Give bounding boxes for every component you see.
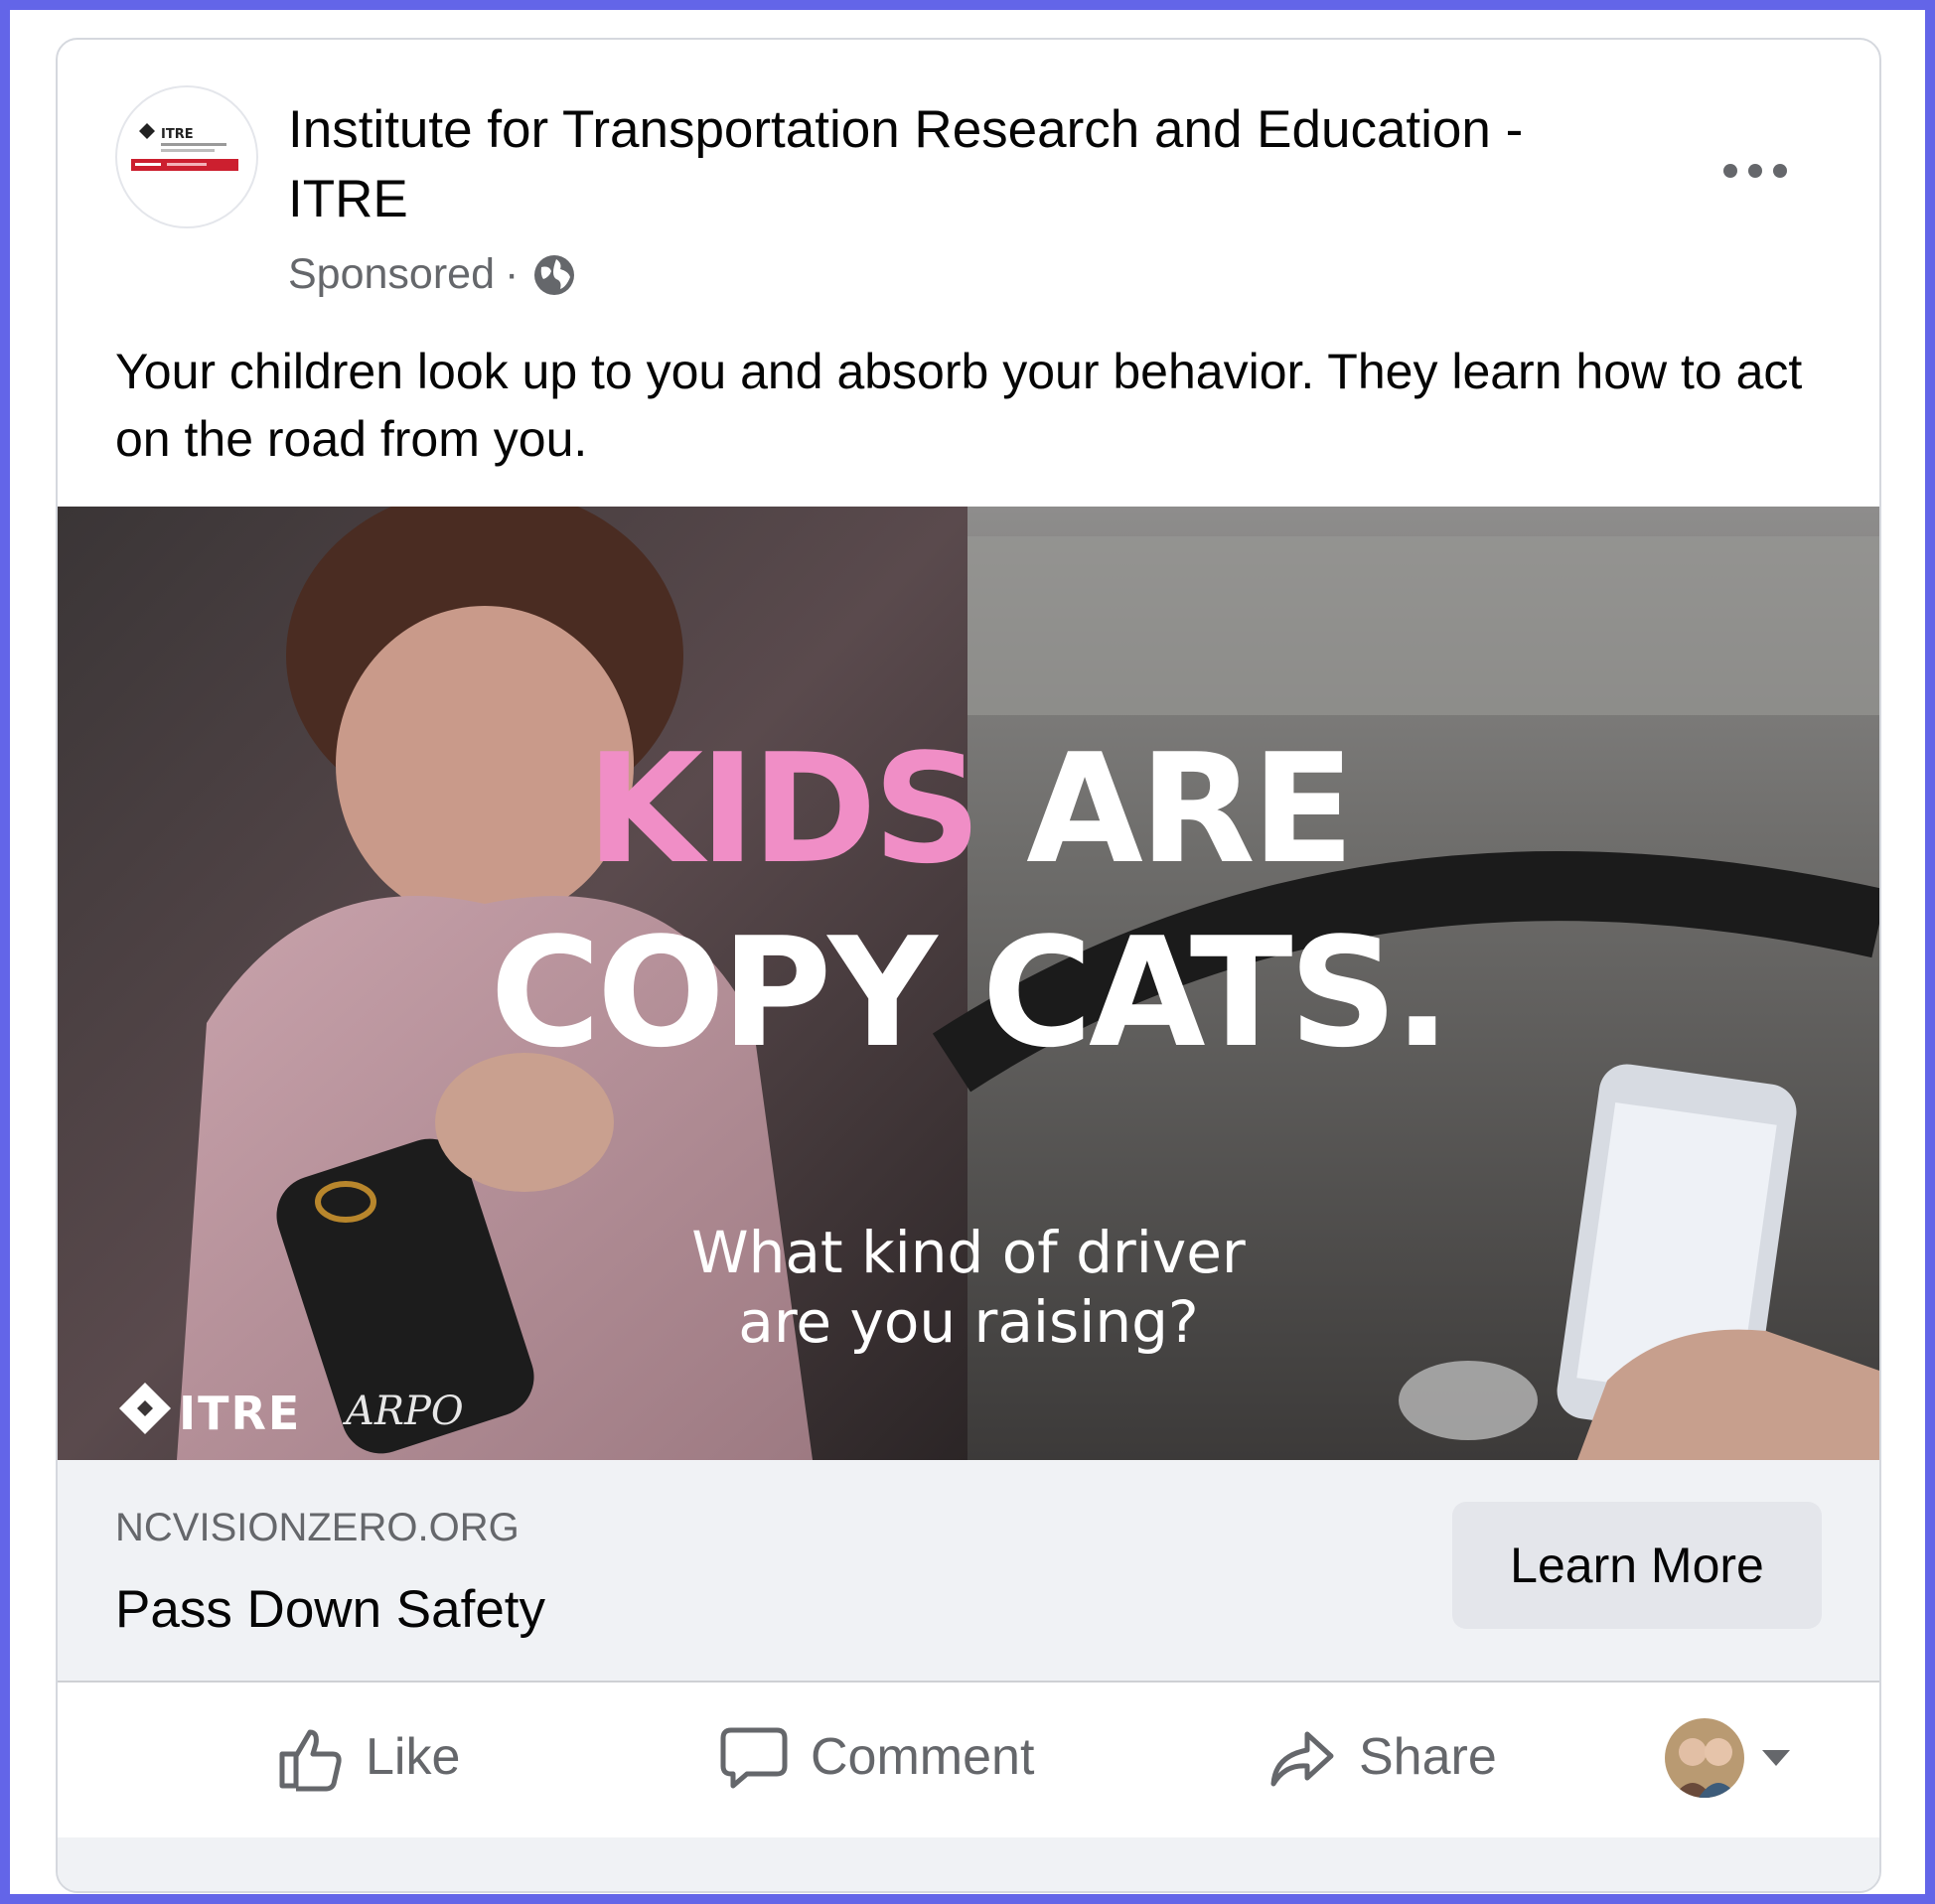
arpo-logo-text: ARPO (346, 1389, 464, 1434)
post-meta: Sponsored · (288, 250, 578, 299)
svg-text:ITRE: ITRE (161, 127, 194, 142)
page-name-link[interactable]: Institute for Transportation Research an… (288, 95, 1649, 234)
link-title[interactable]: Pass Down Safety (115, 1579, 545, 1640)
post-caption: Your children look up to you and absorb … (115, 344, 1803, 467)
link-domain: NCVISIONZERO.ORG (115, 1506, 520, 1549)
more-options-icon[interactable] (1711, 151, 1800, 191)
sponsored-label[interactable]: Sponsored (288, 250, 495, 299)
share-icon (1270, 1731, 1334, 1787)
ad-headline-word-2: ARE (1026, 721, 1355, 897)
post-actions: Like Comment Share (58, 1683, 1879, 1831)
like-label: Like (366, 1728, 461, 1786)
globe-icon (534, 254, 575, 295)
card-footer-strip (58, 1837, 1879, 1891)
ad-headline-line-2: COPY CATS. (490, 905, 1450, 1081)
screenshot-frame: ITRE Institute for Transportation Resear… (10, 10, 1925, 1894)
page-avatar[interactable]: ITRE (115, 85, 258, 228)
thumbs-up-icon (279, 1729, 342, 1792)
learn-more-button[interactable]: Learn More (1452, 1502, 1822, 1629)
reaction-profile-avatar[interactable] (1665, 1718, 1744, 1798)
link-preview[interactable]: NCVISIONZERO.ORG Pass Down Safety Learn … (58, 1460, 1879, 1683)
share-button[interactable]: Share (1267, 1712, 1497, 1802)
ad-headline-accent-word: KIDS (586, 721, 981, 897)
comment-icon (720, 1727, 788, 1789)
meta-separator: · (505, 250, 520, 298)
ad-subtext-line-1: What kind of driver (691, 1219, 1246, 1286)
ad-image[interactable]: KIDS ARE COPY CATS. What kind of driver … (58, 507, 1879, 1460)
chevron-down-icon[interactable] (1762, 1750, 1790, 1766)
share-label: Share (1359, 1728, 1497, 1786)
sponsored-post-card: ITRE Institute for Transportation Resear… (56, 38, 1881, 1893)
itre-logo-text: ITRE (179, 1387, 302, 1440)
ad-headline-line-1: KIDS ARE (58, 720, 1879, 899)
ad-subtext-line-2: are you raising? (738, 1288, 1199, 1356)
comment-button[interactable]: Comment (719, 1712, 1034, 1802)
comment-label: Comment (811, 1728, 1035, 1786)
like-button[interactable]: Like (274, 1712, 460, 1802)
